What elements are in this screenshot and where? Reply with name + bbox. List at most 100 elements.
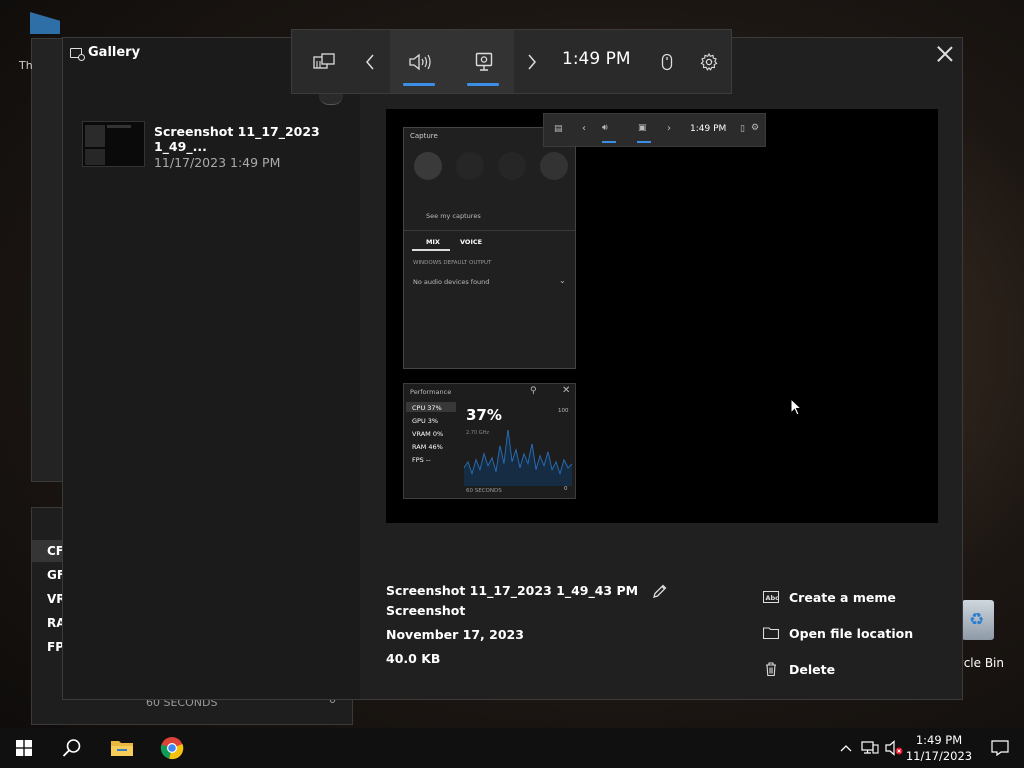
preview-perf-ram: RAM 46%	[412, 443, 443, 451]
file-explorer-button[interactable]	[98, 728, 146, 768]
gallery-sidebar: Gallery Screenshot 11_17_2023 1_49_... 1…	[63, 38, 360, 699]
network-icon	[861, 741, 879, 754]
open-file-location-label: Open file location	[789, 625, 914, 641]
gallery-item-thumbnail	[82, 121, 145, 167]
gallery-window: Gallery Screenshot 11_17_2023 1_49_... 1…	[62, 37, 963, 700]
pencil-icon[interactable]	[652, 583, 668, 599]
gallery-title: Gallery	[88, 45, 141, 60]
background-window-text: Th	[19, 59, 33, 72]
chevron-right-icon	[528, 54, 536, 69]
preview-perf-gpu: GPU 3%	[412, 417, 439, 425]
notification-icon	[991, 740, 1009, 756]
preview-screenshot-button-icon	[414, 152, 442, 180]
open-file-location-button[interactable]: Open file location	[763, 615, 913, 651]
preview-capture-icon: ▣	[638, 123, 647, 133]
chrome-icon	[160, 737, 184, 760]
preview-default-output: WINDOWS DEFAULT OUTPUT	[413, 260, 492, 266]
chrome-button[interactable]	[148, 728, 196, 768]
capture-icon	[475, 52, 493, 71]
chevron-left-icon	[366, 54, 374, 69]
previous-widget-button[interactable]	[356, 30, 384, 93]
preview-perf-fps: FPS --	[412, 456, 431, 464]
screenshot-type: Screenshot	[386, 603, 466, 618]
gallery-actions: Abc Create a meme Open file location Del…	[763, 579, 913, 687]
preview-capture-title: Capture	[410, 132, 438, 140]
screenshot-size: 40.0 KB	[386, 651, 441, 666]
preview-perf-100: 100	[558, 408, 569, 414]
preview-audio-icon: 🔊︎	[602, 123, 608, 133]
preview-no-devices: No audio devices found	[413, 278, 490, 286]
taskbar-clock[interactable]: 1:49 PM 11/17/2023	[904, 732, 974, 764]
preview-widget-icon: ▤	[554, 124, 563, 134]
next-widget-button[interactable]	[518, 30, 546, 93]
svg-text:Abc: Abc	[766, 594, 780, 602]
audio-icon	[409, 53, 431, 70]
network-button[interactable]	[858, 728, 882, 768]
widget-menu-button[interactable]	[306, 30, 342, 93]
preview-close-icon: ✕	[562, 385, 571, 396]
create-meme-button[interactable]: Abc Create a meme	[763, 579, 913, 615]
preview-tab-voice: VOICE	[460, 238, 483, 246]
preview-record-icon	[498, 152, 526, 180]
preview-perf-graph	[464, 429, 572, 486]
gallery-item[interactable]: Screenshot 11_17_2023 1_49_... 11/17/202…	[82, 121, 360, 170]
windows-logo-icon	[16, 740, 32, 756]
trash-icon	[766, 662, 776, 676]
search-button[interactable]	[48, 728, 96, 768]
settings-button[interactable]	[694, 30, 724, 93]
delete-button[interactable]: Delete	[763, 651, 913, 687]
preview-perf-seconds: 60 SECONDS	[466, 488, 502, 494]
create-meme-label: Create a meme	[789, 589, 896, 605]
taskbar-date: 11/17/2023	[905, 749, 973, 763]
preview-see-captures: See my captures	[426, 212, 481, 220]
preview-mic-icon	[540, 152, 568, 180]
chevron-up-icon	[840, 745, 852, 752]
game-bar-time: 1:49 PM	[562, 49, 631, 69]
preview-chevron-left-icon: ‹	[582, 123, 586, 134]
volume-button[interactable]	[882, 728, 906, 768]
start-button[interactable]	[0, 728, 48, 768]
close-icon[interactable]	[934, 43, 956, 65]
background-window-logo	[30, 12, 60, 34]
background-capture-window	[31, 38, 65, 482]
preview-performance-widget: Performance ⚲ ✕ CPU 37% GPU 3% VRAM 0% R…	[403, 383, 576, 499]
preview-mouse-icon: ▯	[740, 124, 745, 134]
folder-icon	[763, 627, 779, 640]
preview-capture-widget: Capture See my captures MIX VOICE WINDOW…	[403, 127, 576, 369]
show-hidden-icons-button[interactable]	[834, 728, 858, 768]
screenshot-date: November 17, 2023	[386, 627, 524, 642]
preview-chevron-down-icon: ⌄	[559, 276, 566, 285]
gallery-item-name: Screenshot 11_17_2023 1_49_...	[153, 124, 320, 154]
preview-perf-vram: VRAM 0%	[412, 430, 444, 438]
audio-active-indicator	[403, 83, 435, 86]
preview-perf-zero: 0	[564, 486, 568, 492]
game-bar: 1:49 PM	[291, 29, 732, 94]
taskbar-time: 1:49 PM	[915, 733, 963, 747]
recycle-bin-icon	[962, 600, 994, 640]
preview-record-last-icon	[456, 152, 484, 180]
volume-muted-icon	[885, 740, 903, 756]
notifications-button[interactable]	[976, 728, 1024, 768]
gallery-title-bar: Gallery	[70, 45, 141, 61]
preview-perf-title: Performance	[410, 388, 452, 396]
gallery-icon	[70, 47, 85, 61]
search-icon	[62, 739, 81, 757]
widget-menu-icon	[313, 52, 335, 69]
preview-tab-mix: MIX	[426, 238, 440, 246]
screenshot-details: Screenshot 11_17_2023 1_49_43 PM Screens…	[386, 579, 668, 675]
mouse-settings-button[interactable]	[654, 30, 680, 93]
meme-icon: Abc	[763, 591, 780, 603]
preview-gear-icon: ⚙	[751, 123, 760, 133]
preview-chevron-right-icon: ›	[667, 123, 671, 134]
preview-game-bar: ▤ ‹ 🔊︎ ▣ › 1:49 PM ▯ ⚙	[543, 113, 766, 147]
capture-active-indicator	[467, 83, 499, 86]
taskbar: 1:49 PM 11/17/2023	[0, 728, 1024, 768]
mouse-cursor-icon	[790, 398, 802, 416]
preview-perf-big: 37%	[466, 406, 502, 424]
gear-icon	[700, 52, 718, 71]
preview-pin-icon: ⚲	[530, 386, 537, 396]
screenshot-file-name: Screenshot 11_17_2023 1_49_43 PM	[386, 583, 639, 598]
screenshot-preview[interactable]: Capture See my captures MIX VOICE WINDOW…	[386, 109, 938, 523]
folder-icon	[111, 741, 133, 756]
preview-perf-cpu: CPU 37%	[412, 404, 442, 412]
